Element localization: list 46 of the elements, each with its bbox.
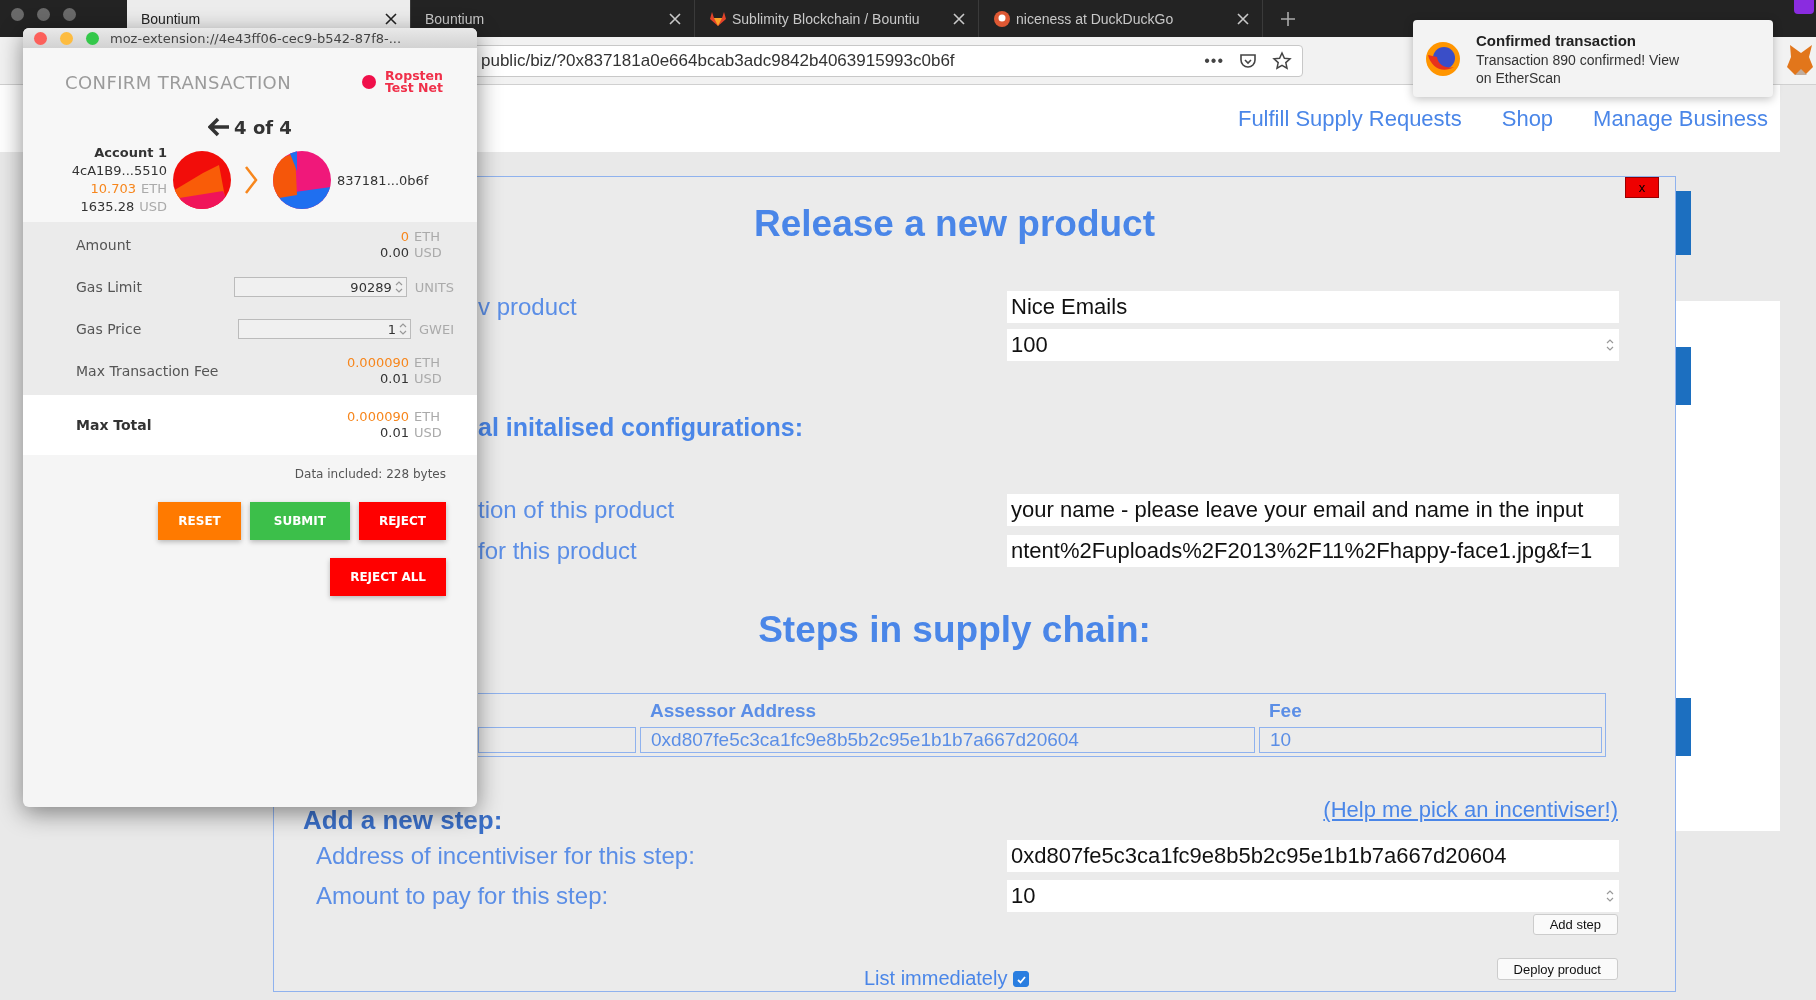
unit-label: USD [414,425,443,441]
unit-label: GWEI [419,321,454,337]
row-label: Max Total [76,417,152,433]
eth-amount: 0 [400,229,409,245]
unit-label: USD [414,245,443,261]
notification-title: Confirmed transaction [1476,30,1638,51]
column-header: Assessor Address [649,699,818,723]
eth-amount: 0.000090 [346,409,409,425]
fiat-amount: 0.01 [380,425,409,441]
fiat-balance: 1635.28 [80,199,135,214]
field-label: tion of this product [478,496,676,524]
row-label: Gas Limit [76,279,142,295]
unit-label: UNITS [414,279,454,295]
column-header: Fee [1268,699,1303,723]
recipient-address: 837181...0b6f [337,172,429,188]
row-label: Max Transaction Fee [76,363,219,379]
section-title: Steps in supply chain: [758,608,1151,652]
data-note: Data included: 228 bytes [293,467,447,481]
row-label: Amount [76,237,131,253]
eth-amount: 0.000090 [346,355,409,371]
field-label: Amount to pay for this step: [316,882,610,910]
table-cell: 10 [1259,727,1602,753]
unit-label: ETH [414,355,441,371]
unit-label: USD [139,199,167,214]
notification-text: Transaction 890 confirmed! View [1476,50,1680,69]
section-heading: al initalised configurations: [478,412,804,443]
fiat-amount: 0.00 [380,245,409,261]
eth-balance: 10.703 [90,181,137,196]
field-label: for this product [478,537,638,565]
section-heading: Add a new step: [303,806,503,834]
account-address: 4cA1B9...5510 [70,162,167,180]
dialog-title: Release a new product [754,202,1155,246]
unit-label: ETH [141,181,167,196]
unit-label: ETH [414,409,441,425]
field-label: v product [478,293,578,321]
unit-label: ETH [414,229,441,245]
table-cell: 0xd807fe5c3ca1fc9e8b5b2c95e1b1b7a667d20604 [640,727,1255,753]
checkbox-label: List immediately [864,967,1008,990]
field-label: Address of incentiviser for this step: [316,842,696,870]
transaction-counter: 4 of 4 [234,116,292,138]
url-text: public/biz/?0x837181a0e664bcab3adc9842b4063915993c0b6f [481,50,955,71]
notification-text: on EtherScan [1476,68,1562,87]
unit-label: USD [414,371,443,387]
row-label: Gas Price [76,321,142,337]
account-name: Account 1 [93,144,167,162]
fiat-amount: 0.01 [380,371,409,387]
